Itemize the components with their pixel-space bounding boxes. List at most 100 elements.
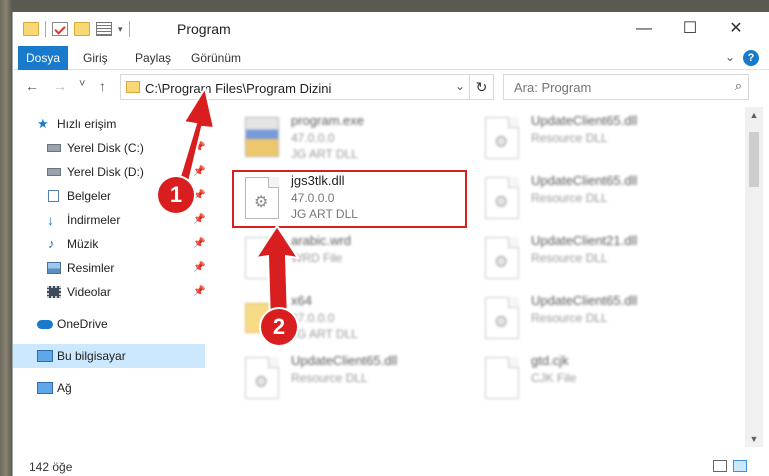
pin-icon[interactable]: 📌 bbox=[193, 160, 205, 184]
file-name: x64 bbox=[291, 293, 312, 308]
file-description: Resource DLL bbox=[291, 371, 368, 385]
generic-file-icon bbox=[245, 237, 279, 279]
sidebar-item-pictures[interactable]: Resimler 📌 bbox=[13, 256, 205, 280]
forward-button[interactable]: → bbox=[53, 78, 67, 94]
tab-home[interactable]: Giriş bbox=[83, 46, 108, 70]
item-count: 142 öğe bbox=[29, 460, 73, 474]
dll-file-icon: ⚙ bbox=[485, 117, 519, 159]
sidebar-item-network[interactable]: Ağ bbox=[13, 376, 205, 400]
folder-icon bbox=[126, 81, 140, 93]
search-box[interactable]: ⌕ bbox=[503, 74, 749, 100]
rename-icon[interactable] bbox=[96, 22, 112, 36]
sidebar-item-onedrive[interactable]: OneDrive bbox=[13, 312, 205, 336]
customize-toolbar-icon[interactable]: ▾ bbox=[118, 24, 123, 35]
ribbon-expand-icon[interactable]: ⌄ bbox=[725, 50, 735, 64]
file-item[interactable]: ⚙ UpdateClient65.dll Resource DLL bbox=[479, 111, 719, 171]
pin-icon[interactable]: 📌 bbox=[193, 280, 205, 304]
exe-file-icon bbox=[245, 117, 279, 157]
sidebar-item-label: Belgeler bbox=[67, 189, 112, 203]
file-item[interactable]: ⚙ UpdateClient65.dll Resource DLL bbox=[479, 291, 719, 351]
sidebar-item-disk-c[interactable]: Yerel Disk (C:) 📌 bbox=[13, 136, 205, 160]
download-icon: ↓ bbox=[47, 212, 54, 228]
network-icon bbox=[37, 382, 53, 394]
window-title: Program bbox=[177, 21, 231, 37]
back-button[interactable]: ← bbox=[25, 78, 39, 94]
maximize-button[interactable]: ☐ bbox=[679, 18, 701, 40]
sidebar-item-music[interactable]: ♪ Müzik 📌 bbox=[13, 232, 205, 256]
file-description: Resource DLL bbox=[531, 311, 608, 325]
step-1-marker: 1 bbox=[158, 177, 194, 213]
scroll-up-icon[interactable]: ▲ bbox=[745, 107, 763, 123]
sidebar-item-quick-access[interactable]: ★ Hızlı erişim bbox=[13, 112, 205, 136]
drive-icon bbox=[47, 144, 61, 152]
file-name: UpdateClient65.dll bbox=[531, 113, 638, 128]
file-name: UpdateClient65.dll bbox=[531, 173, 638, 188]
file-description: JG ART DLL bbox=[291, 147, 358, 161]
file-description: JG ART DLL bbox=[291, 327, 358, 341]
ribbon: Dosya Giriş Paylaş Görünüm ⌄ ? bbox=[13, 46, 769, 70]
sidebar-item-label: Ağ bbox=[57, 381, 72, 395]
help-icon[interactable]: ? bbox=[743, 50, 759, 66]
file-item[interactable]: ⚙ UpdateClient65.dll Resource DLL bbox=[479, 171, 719, 231]
step-2-marker: 2 bbox=[261, 309, 297, 345]
minimize-button[interactable]: — bbox=[633, 18, 655, 40]
search-input[interactable] bbox=[504, 75, 724, 99]
sidebar-item-videos[interactable]: Videolar 📌 bbox=[13, 280, 205, 304]
file-item[interactable]: arabic.wrd WRD File bbox=[239, 231, 479, 291]
file-name: UpdateClient65.dll bbox=[531, 293, 638, 308]
file-name: program.exe bbox=[291, 113, 364, 128]
videos-icon bbox=[47, 286, 61, 298]
vertical-scrollbar[interactable]: ▲ ▼ bbox=[745, 107, 763, 447]
new-folder-icon[interactable] bbox=[74, 22, 90, 36]
chevron-down-icon[interactable]: ⌄ bbox=[455, 79, 465, 93]
tab-share[interactable]: Paylaş bbox=[135, 46, 171, 70]
scroll-down-icon[interactable]: ▼ bbox=[745, 431, 763, 447]
refresh-button[interactable]: ↻ bbox=[469, 75, 493, 99]
file-name: gtd.cjk bbox=[531, 353, 569, 368]
file-name: UpdateClient21.dll bbox=[531, 233, 638, 248]
title-bar: ▾ Program — ☐ ✕ bbox=[13, 12, 769, 46]
file-description: Resource DLL bbox=[531, 191, 608, 205]
sidebar-item-label: Hızlı erişim bbox=[57, 117, 117, 131]
dll-file-icon: ⚙ bbox=[485, 237, 519, 279]
file-item[interactable]: program.exe 47.0.0.0 JG ART DLL bbox=[239, 111, 479, 171]
file-list: program.exe 47.0.0.0 JG ART DLL ⚙ Update… bbox=[207, 107, 743, 447]
pin-icon[interactable]: 📌 bbox=[193, 232, 205, 256]
search-icon[interactable]: ⌕ bbox=[735, 78, 742, 94]
file-version: 47.0.0.0 bbox=[291, 131, 335, 145]
divider bbox=[45, 21, 46, 37]
sidebar-item-label: Resimler bbox=[67, 261, 115, 275]
file-name: arabic.wrd bbox=[291, 233, 351, 248]
tiles-view-icon[interactable] bbox=[733, 460, 747, 472]
close-button[interactable]: ✕ bbox=[725, 18, 747, 40]
recent-locations-button[interactable]: ˅ bbox=[79, 78, 85, 90]
cloud-icon bbox=[37, 320, 53, 329]
pin-icon[interactable]: 📌 bbox=[193, 184, 205, 208]
sidebar-item-label: Videolar bbox=[67, 285, 111, 299]
tab-view[interactable]: Görünüm bbox=[191, 46, 241, 70]
address-bar[interactable]: C:\Program Files\Program Dizini ⌄ ↻ bbox=[120, 74, 494, 100]
pictures-icon bbox=[47, 262, 61, 274]
sidebar-item-label: Yerel Disk (D:) bbox=[67, 165, 144, 179]
tab-file[interactable]: Dosya bbox=[18, 46, 68, 70]
sidebar-item-label: Yerel Disk (C:) bbox=[67, 141, 144, 155]
file-description: CJK File bbox=[531, 371, 577, 385]
properties-check-icon[interactable] bbox=[52, 22, 68, 36]
file-description: Resource DLL bbox=[531, 131, 608, 145]
file-item[interactable]: ⚙ UpdateClient21.dll Resource DLL bbox=[479, 231, 719, 291]
address-path[interactable]: C:\Program Files\Program Dizini bbox=[145, 81, 331, 96]
dll-file-icon: ⚙ bbox=[485, 177, 519, 219]
pin-icon[interactable]: 📌 bbox=[193, 208, 205, 232]
scroll-thumb[interactable] bbox=[749, 132, 759, 187]
file-item[interactable]: ⚙ UpdateClient65.dll Resource DLL bbox=[239, 351, 479, 411]
divider bbox=[128, 21, 130, 37]
sidebar-item-this-pc[interactable]: Bu bilgisayar bbox=[13, 344, 205, 368]
pin-icon[interactable]: 📌 bbox=[193, 136, 205, 160]
file-item[interactable]: gtd.cjk CJK File bbox=[479, 351, 719, 411]
pin-icon[interactable]: 📌 bbox=[193, 256, 205, 280]
details-view-icon[interactable] bbox=[713, 460, 727, 472]
file-version: 47.0.0.0 bbox=[291, 311, 335, 325]
up-button[interactable]: ↑ bbox=[99, 78, 106, 94]
sidebar-item-label: Müzik bbox=[67, 237, 99, 251]
file-description: Resource DLL bbox=[531, 251, 608, 265]
